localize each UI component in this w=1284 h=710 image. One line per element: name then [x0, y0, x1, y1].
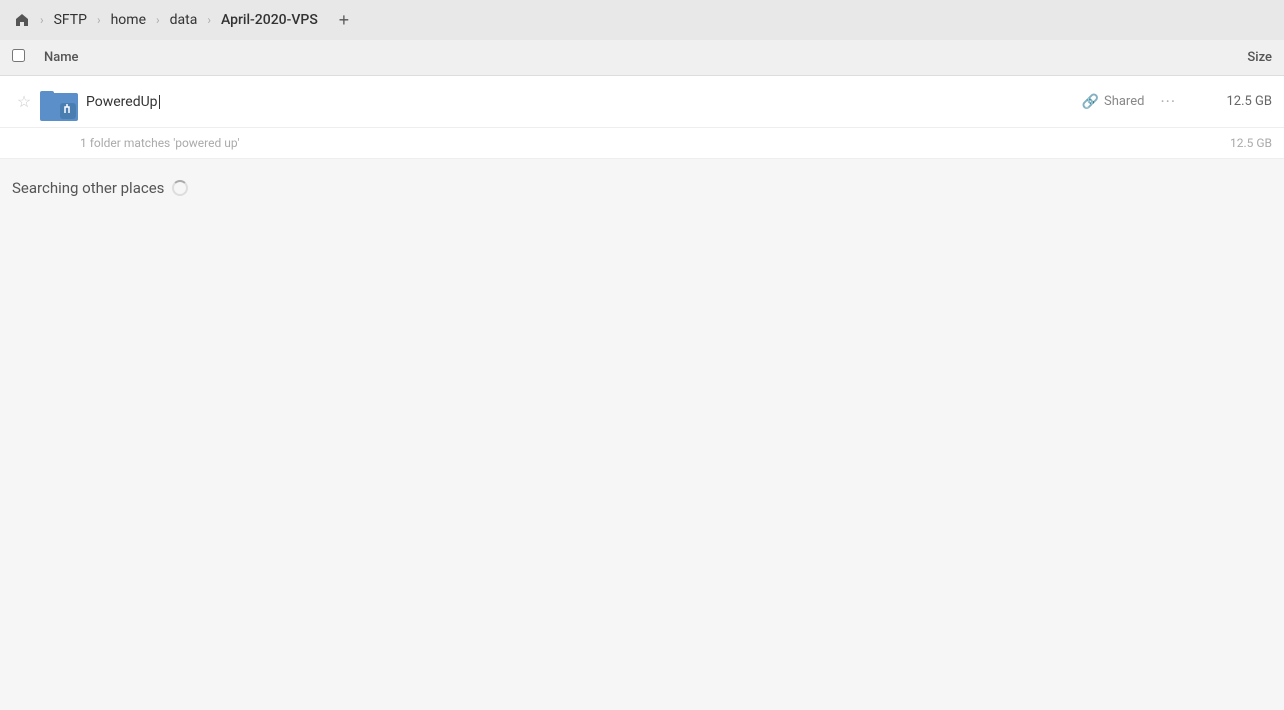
breadcrumb-april-2020-vps[interactable]: April-2020-VPS: [217, 10, 322, 30]
name-column-header: Name: [44, 50, 1172, 65]
column-header: Name Size: [0, 40, 1284, 76]
breadcrumb-sep-1: ›: [97, 13, 101, 27]
breadcrumb-home[interactable]: home: [107, 10, 150, 30]
other-places-section: Searching other places: [0, 159, 1284, 207]
select-all-checkbox[interactable]: [12, 49, 36, 66]
file-size: 12.5 GB: [1192, 94, 1272, 109]
link-icon: 🔗: [1082, 94, 1099, 110]
other-places-label: Searching other places: [12, 179, 164, 197]
text-cursor: [159, 95, 160, 109]
breadcrumb-sep-2: ›: [156, 13, 160, 27]
add-button[interactable]: +: [330, 6, 358, 34]
match-text: 1 folder matches 'powered up': [80, 136, 240, 150]
loading-spinner: [172, 180, 188, 196]
size-column-header: Size: [1172, 50, 1272, 65]
breadcrumb-sep-3: ›: [207, 13, 211, 27]
file-row[interactable]: ☆ PoweredUp 🔗 Shared ··· 12.5 GB: [0, 76, 1284, 128]
home-icon[interactable]: [10, 8, 34, 32]
star-icon[interactable]: ☆: [12, 92, 36, 111]
breadcrumb-sftp[interactable]: SFTP: [50, 10, 91, 30]
file-name: PoweredUp: [86, 94, 1082, 110]
more-options-button[interactable]: ···: [1160, 92, 1176, 111]
breadcrumb-data[interactable]: data: [166, 10, 202, 30]
titlebar: › SFTP › home › data › April-2020-VPS +: [0, 0, 1284, 40]
match-size: 12.5 GB: [1230, 136, 1272, 150]
breadcrumb-sep-0: ›: [40, 13, 44, 27]
shared-label: Shared: [1104, 94, 1144, 109]
select-all-input[interactable]: [12, 49, 25, 62]
match-info-row: 1 folder matches 'powered up' 12.5 GB: [0, 128, 1284, 159]
shared-badge: 🔗 Shared: [1082, 94, 1145, 110]
folder-icon-container: [40, 84, 76, 120]
